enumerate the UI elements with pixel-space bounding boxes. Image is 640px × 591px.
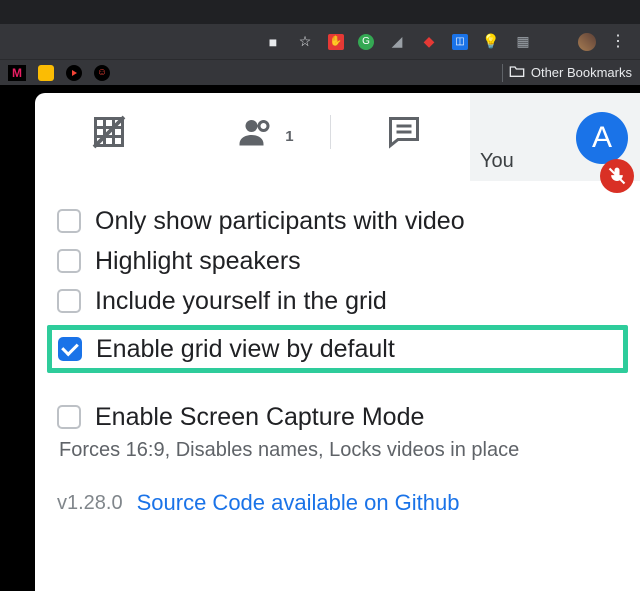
bulb-icon[interactable]: 💡 — [482, 33, 500, 51]
bookmark-m-icon[interactable]: M — [8, 65, 26, 81]
you-label: You — [480, 150, 514, 173]
panel-footer: v1.28.0 Source Code available on Github — [35, 472, 640, 516]
ext-blue-icon[interactable]: ◫ — [452, 34, 468, 50]
checkbox[interactable] — [57, 249, 81, 273]
self-video-tile[interactable]: You A — [470, 93, 640, 181]
option-label: Include yourself in the grid — [95, 286, 387, 316]
checkbox-checked[interactable] — [58, 337, 82, 361]
chrome-menu-icon[interactable]: ⋮ — [610, 34, 626, 50]
self-avatar-initial: A — [592, 121, 612, 155]
extension-icons: ■ ☆ ✋ G ◢ ◆ ◫ 💡 ▦ ⋮ — [264, 33, 626, 51]
meet-stage: 1 You A — [0, 85, 640, 591]
option-label: Enable Screen Capture Mode — [95, 402, 424, 432]
option-label: Enable grid view by default — [96, 334, 395, 364]
profile-avatar-icon[interactable] — [578, 33, 596, 51]
option-label: Only show participants with video — [95, 206, 465, 236]
option-highlight-speakers[interactable]: Highlight speakers — [57, 241, 618, 281]
option-include-yourself[interactable]: Include yourself in the grid — [57, 281, 618, 321]
screen-capture-description: Forces 16:9, Disables names, Locks video… — [59, 439, 618, 462]
bookmark-yellow-icon[interactable] — [38, 65, 54, 81]
chrome-toolbar: ■ ☆ ✋ G ◢ ◆ ◫ 💡 ▦ ⋮ — [0, 24, 640, 59]
checkbox[interactable] — [57, 289, 81, 313]
option-label: Highlight speakers — [95, 246, 301, 276]
source-code-link[interactable]: Source Code available on Github — [137, 490, 460, 516]
options-list: Only show participants with video Highli… — [35, 171, 640, 472]
video-icon[interactable]: ■ — [264, 33, 282, 51]
other-bookmarks-button[interactable]: Other Bookmarks — [531, 65, 632, 80]
drive-icon[interactable]: ◢ — [388, 33, 406, 51]
ext-red-icon[interactable]: ◆ — [420, 33, 438, 51]
version-label: v1.28.0 — [57, 492, 123, 515]
bookmarks-bar: M ☺ Other Bookmarks — [0, 59, 640, 85]
chrome-tab-strip — [0, 0, 640, 24]
option-only-video[interactable]: Only show participants with video — [57, 201, 618, 241]
bookmark-dark-icon[interactable]: ☺ — [94, 65, 110, 81]
settings-panel: 1 You A — [35, 93, 640, 591]
grammarly-icon[interactable]: G — [358, 34, 374, 50]
mic-muted-icon[interactable] — [600, 159, 634, 193]
option-enable-grid-default[interactable]: Enable grid view by default — [47, 325, 628, 373]
ext-blank-icon[interactable] — [546, 33, 564, 51]
people-count-badge: 1 — [285, 128, 293, 145]
apps-icon[interactable]: ▦ — [514, 33, 532, 51]
tab-people[interactable]: 1 — [182, 114, 329, 150]
bookmark-play-icon[interactable] — [66, 65, 82, 81]
checkbox[interactable] — [57, 405, 81, 429]
adblock-icon[interactable]: ✋ — [328, 34, 344, 50]
bookmark-separator — [502, 64, 503, 82]
tab-chat[interactable] — [331, 114, 478, 150]
star-icon[interactable]: ☆ — [296, 33, 314, 51]
self-avatar: A — [576, 112, 628, 164]
tab-grid-off[interactable] — [35, 114, 182, 150]
tab-bar: 1 You A — [35, 93, 640, 171]
option-screen-capture[interactable]: Enable Screen Capture Mode — [57, 397, 618, 437]
folder-icon — [509, 64, 525, 81]
checkbox[interactable] — [57, 209, 81, 233]
